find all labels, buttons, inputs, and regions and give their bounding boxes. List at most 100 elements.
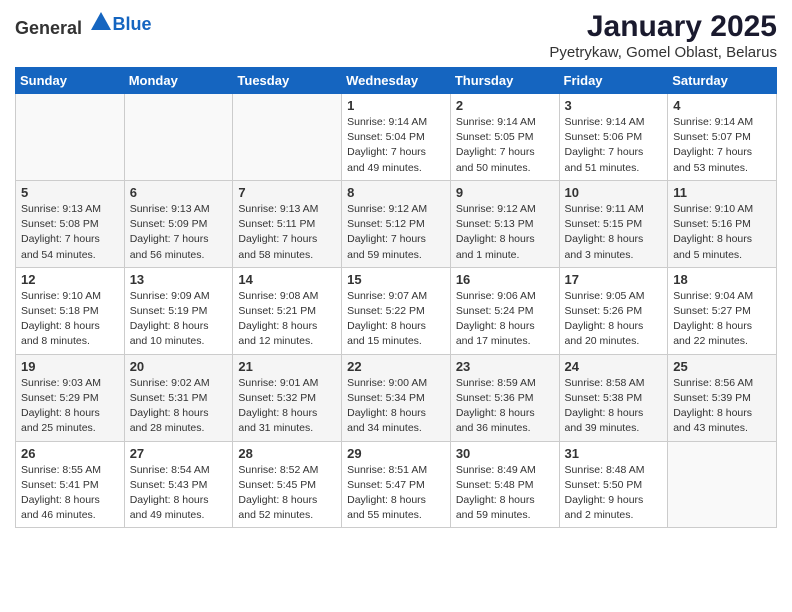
day-info: Sunrise: 9:10 AM Sunset: 5:16 PM Dayligh… [673, 202, 771, 263]
day-info: Sunrise: 9:14 AM Sunset: 5:07 PM Dayligh… [673, 115, 771, 176]
header: General Blue January 2025 Pyetrykaw, Gom… [15, 10, 777, 61]
calendar-cell: 9 Sunrise: 9:12 AM Sunset: 5:13 PM Daylig… [450, 180, 559, 267]
day-number: 5 [21, 185, 119, 200]
day-number: 12 [21, 272, 119, 287]
calendar-cell [16, 94, 125, 181]
day-number: 3 [565, 98, 663, 113]
day-info: Sunrise: 9:02 AM Sunset: 5:31 PM Dayligh… [130, 376, 228, 437]
logo: General Blue [15, 10, 152, 39]
header-thursday: Thursday [450, 68, 559, 94]
day-info: Sunrise: 9:01 AM Sunset: 5:32 PM Dayligh… [238, 376, 336, 437]
header-monday: Monday [124, 68, 233, 94]
calendar-week-4: 19 Sunrise: 9:03 AM Sunset: 5:29 PM Dayli… [16, 354, 777, 441]
header-sunday: Sunday [16, 68, 125, 94]
day-number: 21 [238, 359, 336, 374]
day-info: Sunrise: 8:56 AM Sunset: 5:39 PM Dayligh… [673, 376, 771, 437]
calendar-cell: 20Sunrise: 9:02 AM Sunset: 5:31 PM Dayli… [124, 354, 233, 441]
day-info: Sunrise: 9:12 AM Sunset: 5:13 PM Dayligh… [456, 202, 554, 263]
day-info: Sunrise: 8:59 AM Sunset: 5:36 PM Dayligh… [456, 376, 554, 437]
calendar-cell [124, 94, 233, 181]
day-number: 22 [347, 359, 445, 374]
day-number: 29 [347, 446, 445, 461]
day-number: 14 [238, 272, 336, 287]
day-info: Sunrise: 9:14 AM Sunset: 5:04 PM Dayligh… [347, 115, 445, 176]
header-friday: Friday [559, 68, 668, 94]
calendar-cell: 25Sunrise: 8:56 AM Sunset: 5:39 PM Dayli… [668, 354, 777, 441]
calendar-cell: 15Sunrise: 9:07 AM Sunset: 5:22 PM Dayli… [342, 267, 451, 354]
calendar-cell: 30 Sunrise: 8:49 AM Sunset: 5:48 PM Dayli… [450, 441, 559, 528]
calendar-week-3: 12Sunrise: 9:10 AM Sunset: 5:18 PM Dayli… [16, 267, 777, 354]
header-tuesday: Tuesday [233, 68, 342, 94]
day-number: 8 [347, 185, 445, 200]
day-number: 9 [456, 185, 554, 200]
day-number: 13 [130, 272, 228, 287]
calendar-cell: 6Sunrise: 9:13 AM Sunset: 5:09 PM Daylig… [124, 180, 233, 267]
calendar: Sunday Monday Tuesday Wednesday Thursday… [15, 67, 777, 528]
calendar-cell: 14 Sunrise: 9:08 AM Sunset: 5:21 PM Dayli… [233, 267, 342, 354]
calendar-cell: 28 Sunrise: 8:52 AM Sunset: 5:45 PM Dayli… [233, 441, 342, 528]
logo-general: General [15, 18, 82, 38]
header-wednesday: Wednesday [342, 68, 451, 94]
day-number: 17 [565, 272, 663, 287]
title-area: January 2025 Pyetrykaw, Gomel Oblast, Be… [549, 10, 777, 61]
day-number: 4 [673, 98, 771, 113]
page: General Blue January 2025 Pyetrykaw, Gom… [0, 0, 792, 538]
calendar-cell: 13 Sunrise: 9:09 AM Sunset: 5:19 PM Dayli… [124, 267, 233, 354]
calendar-cell: 26Sunrise: 8:55 AM Sunset: 5:41 PM Dayli… [16, 441, 125, 528]
day-info: Sunrise: 8:49 AM Sunset: 5:48 PM Dayligh… [456, 463, 554, 524]
calendar-cell: 8 Sunrise: 9:12 AM Sunset: 5:12 PM Daylig… [342, 180, 451, 267]
day-info: Sunrise: 9:00 AM Sunset: 5:34 PM Dayligh… [347, 376, 445, 437]
day-number: 31 [565, 446, 663, 461]
day-info: Sunrise: 9:14 AM Sunset: 5:06 PM Dayligh… [565, 115, 663, 176]
day-info: Sunrise: 9:08 AM Sunset: 5:21 PM Dayligh… [238, 289, 336, 350]
header-saturday: Saturday [668, 68, 777, 94]
day-number: 30 [456, 446, 554, 461]
calendar-week-2: 5Sunrise: 9:13 AM Sunset: 5:08 PM Daylig… [16, 180, 777, 267]
calendar-cell: 11Sunrise: 9:10 AM Sunset: 5:16 PM Dayli… [668, 180, 777, 267]
calendar-cell: 29Sunrise: 8:51 AM Sunset: 5:47 PM Dayli… [342, 441, 451, 528]
calendar-cell: 16 Sunrise: 9:06 AM Sunset: 5:24 PM Dayli… [450, 267, 559, 354]
calendar-cell: 17Sunrise: 9:05 AM Sunset: 5:26 PM Dayli… [559, 267, 668, 354]
day-info: Sunrise: 9:09 AM Sunset: 5:19 PM Dayligh… [130, 289, 228, 350]
day-number: 27 [130, 446, 228, 461]
calendar-cell: 19 Sunrise: 9:03 AM Sunset: 5:29 PM Dayli… [16, 354, 125, 441]
calendar-week-1: 1 Sunrise: 9:14 AM Sunset: 5:04 PM Daylig… [16, 94, 777, 181]
day-info: Sunrise: 9:13 AM Sunset: 5:11 PM Dayligh… [238, 202, 336, 263]
day-info: Sunrise: 9:14 AM Sunset: 5:05 PM Dayligh… [456, 115, 554, 176]
logo-icon [89, 10, 113, 34]
day-info: Sunrise: 8:48 AM Sunset: 5:50 PM Dayligh… [565, 463, 663, 524]
day-info: Sunrise: 8:52 AM Sunset: 5:45 PM Dayligh… [238, 463, 336, 524]
calendar-cell: 10Sunrise: 9:11 AM Sunset: 5:15 PM Dayli… [559, 180, 668, 267]
main-title: January 2025 [549, 10, 777, 44]
day-number: 19 [21, 359, 119, 374]
day-info: Sunrise: 8:58 AM Sunset: 5:38 PM Dayligh… [565, 376, 663, 437]
calendar-cell: 31 Sunrise: 8:48 AM Sunset: 5:50 PM Dayli… [559, 441, 668, 528]
calendar-cell: 24Sunrise: 8:58 AM Sunset: 5:38 PM Dayli… [559, 354, 668, 441]
day-number: 15 [347, 272, 445, 287]
calendar-cell: 3 Sunrise: 9:14 AM Sunset: 5:06 PM Daylig… [559, 94, 668, 181]
day-info: Sunrise: 9:04 AM Sunset: 5:27 PM Dayligh… [673, 289, 771, 350]
day-info: Sunrise: 9:06 AM Sunset: 5:24 PM Dayligh… [456, 289, 554, 350]
calendar-cell: 21 Sunrise: 9:01 AM Sunset: 5:32 PM Dayli… [233, 354, 342, 441]
calendar-cell: 18 Sunrise: 9:04 AM Sunset: 5:27 PM Dayli… [668, 267, 777, 354]
day-info: Sunrise: 9:11 AM Sunset: 5:15 PM Dayligh… [565, 202, 663, 263]
day-number: 28 [238, 446, 336, 461]
calendar-week-5: 26Sunrise: 8:55 AM Sunset: 5:41 PM Dayli… [16, 441, 777, 528]
calendar-cell [668, 441, 777, 528]
calendar-cell: 1 Sunrise: 9:14 AM Sunset: 5:04 PM Daylig… [342, 94, 451, 181]
day-info: Sunrise: 9:13 AM Sunset: 5:09 PM Dayligh… [130, 202, 228, 263]
calendar-cell: 5Sunrise: 9:13 AM Sunset: 5:08 PM Daylig… [16, 180, 125, 267]
calendar-cell: 7 Sunrise: 9:13 AM Sunset: 5:11 PM Daylig… [233, 180, 342, 267]
calendar-header-row: Sunday Monday Tuesday Wednesday Thursday… [16, 68, 777, 94]
day-number: 7 [238, 185, 336, 200]
logo-blue: Blue [113, 14, 152, 34]
calendar-cell: 12Sunrise: 9:10 AM Sunset: 5:18 PM Dayli… [16, 267, 125, 354]
day-number: 16 [456, 272, 554, 287]
day-info: Sunrise: 8:54 AM Sunset: 5:43 PM Dayligh… [130, 463, 228, 524]
calendar-cell: 27 Sunrise: 8:54 AM Sunset: 5:43 PM Dayli… [124, 441, 233, 528]
day-number: 1 [347, 98, 445, 113]
calendar-cell: 2Sunrise: 9:14 AM Sunset: 5:05 PM Daylig… [450, 94, 559, 181]
day-info: Sunrise: 9:12 AM Sunset: 5:12 PM Dayligh… [347, 202, 445, 263]
day-info: Sunrise: 9:03 AM Sunset: 5:29 PM Dayligh… [21, 376, 119, 437]
day-number: 18 [673, 272, 771, 287]
